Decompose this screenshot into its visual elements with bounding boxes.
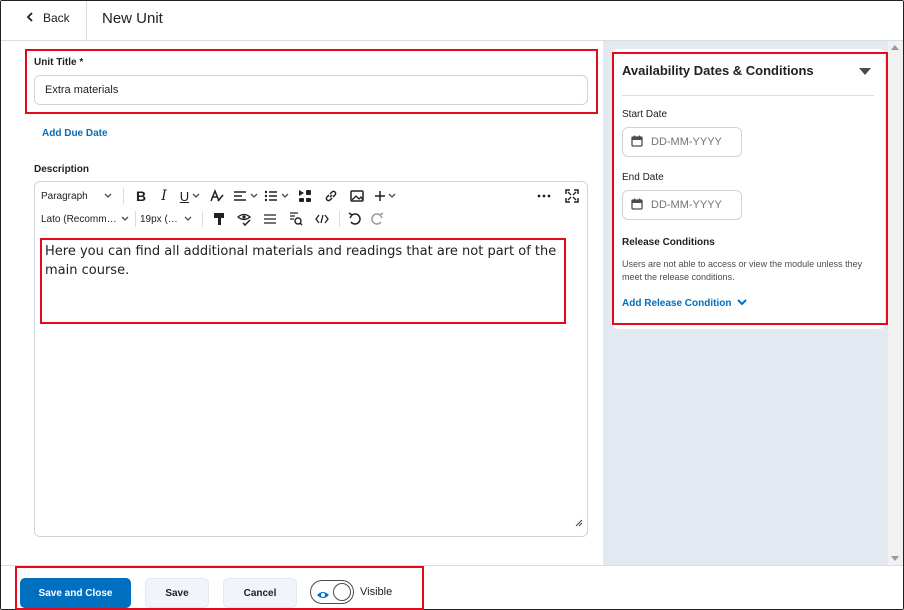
text-format-icon[interactable] <box>204 185 230 207</box>
redo-icon[interactable] <box>366 208 388 230</box>
scroll-up-arrow-icon[interactable] <box>891 45 899 50</box>
insert-media-icon[interactable] <box>292 185 318 207</box>
add-release-condition-label: Add Release Condition <box>622 298 732 309</box>
scroll-down-arrow-icon[interactable] <box>891 556 899 561</box>
image-icon[interactable] <box>344 185 370 207</box>
back-label: Back <box>43 11 70 25</box>
end-date-label: End Date <box>622 172 664 183</box>
font-family-dropdown[interactable]: Lato (Recomm… <box>41 208 131 230</box>
more-options-icon[interactable] <box>537 185 551 207</box>
collapse-caret-icon[interactable] <box>859 68 871 75</box>
add-due-date-link[interactable]: Add Due Date <box>42 128 108 139</box>
page-title: New Unit <box>102 10 163 27</box>
cancel-button[interactable]: Cancel <box>223 578 297 608</box>
calendar-icon <box>631 135 643 150</box>
eye-icon <box>316 587 330 605</box>
toolbar-divider <box>123 188 124 204</box>
visible-label: Visible <box>360 586 393 598</box>
unit-title-input[interactable]: Extra materials <box>34 75 588 105</box>
panel-divider <box>622 95 874 96</box>
find-replace-icon[interactable] <box>283 208 309 230</box>
end-date-placeholder: DD-MM-YYYY <box>651 199 722 211</box>
bold-icon[interactable]: B <box>130 185 152 207</box>
visibility-toggle[interactable] <box>310 580 354 604</box>
save-and-close-button[interactable]: Save and Close <box>20 578 131 608</box>
editor-toolbar-row-1: Paragraph B I U <box>41 185 400 207</box>
list-icon[interactable] <box>260 185 292 207</box>
add-release-condition-link[interactable]: Add Release Condition <box>622 298 748 309</box>
description-label: Description <box>34 164 90 175</box>
toggle-knob <box>333 583 351 601</box>
format-painter-icon[interactable] <box>207 208 231 230</box>
link-icon[interactable] <box>318 185 344 207</box>
chevron-down-icon <box>737 298 748 309</box>
font-size-value: 19px (… <box>140 213 178 225</box>
availability-title: Availability Dates & Conditions <box>622 63 814 78</box>
source-code-icon[interactable] <box>309 208 335 230</box>
unit-title-label: Unit Title * <box>34 57 84 68</box>
start-date-label: Start Date <box>622 109 668 120</box>
paragraph-format-value: Paragraph <box>41 190 88 202</box>
horizontal-rule-icon[interactable] <box>257 208 283 230</box>
chevron-left-icon <box>25 11 35 25</box>
editor-toolbar-right <box>537 185 579 207</box>
toolbar-divider <box>202 211 203 227</box>
insert-plus-icon[interactable] <box>370 185 400 207</box>
underline-icon[interactable]: U <box>176 185 204 207</box>
font-family-value: Lato (Recomm… <box>41 213 117 225</box>
release-conditions-help: Users are not able to access or view the… <box>622 259 863 282</box>
header-divider <box>86 1 87 41</box>
align-icon[interactable] <box>230 185 260 207</box>
start-date-field[interactable]: DD-MM-YYYY <box>622 127 742 157</box>
calendar-icon <box>631 198 643 213</box>
description-text[interactable]: Here you can find all additional materia… <box>45 242 565 280</box>
top-bar: Back New Unit <box>1 1 903 41</box>
resize-handle-icon[interactable] <box>573 514 583 532</box>
start-date-placeholder: DD-MM-YYYY <box>651 136 722 148</box>
description-editor[interactable]: Paragraph B I U Lato (Recomm… 19px (… He… <box>34 181 588 537</box>
chevron-down-icon <box>104 193 112 199</box>
release-conditions-label: Release Conditions <box>622 237 715 248</box>
page-scrollbar[interactable] <box>888 41 903 565</box>
end-date-field[interactable]: DD-MM-YYYY <box>622 190 742 220</box>
toolbar-divider <box>339 211 340 227</box>
paragraph-format-dropdown[interactable]: Paragraph <box>41 185 117 207</box>
toolbar-divider <box>135 211 136 227</box>
italic-icon[interactable]: I <box>152 185 176 207</box>
editor-toolbar-row-2: Lato (Recomm… 19px (… <box>41 208 388 230</box>
undo-icon[interactable] <box>344 208 366 230</box>
availability-panel: Availability Dates & Conditions Start Da… <box>612 49 885 329</box>
save-button[interactable]: Save <box>145 578 209 608</box>
footer-bar: Save and Close Save Cancel Visible <box>1 565 903 609</box>
fullscreen-icon[interactable] <box>565 185 579 207</box>
back-button[interactable]: Back <box>25 11 70 25</box>
accessibility-check-icon[interactable] <box>231 208 257 230</box>
font-size-dropdown[interactable]: 19px (… <box>140 208 198 230</box>
